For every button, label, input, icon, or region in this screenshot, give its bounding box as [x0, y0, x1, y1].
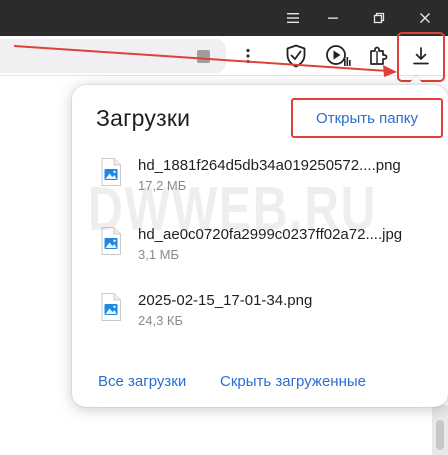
image-file-icon [101, 293, 121, 321]
download-file-size: 3,1 МБ [138, 247, 180, 262]
close-icon [420, 13, 430, 23]
download-item[interactable]: 2025-02-15_17-01-34.png 24,3 КБ [100, 292, 430, 332]
extensions-button[interactable] [362, 36, 394, 76]
hamburger-menu-icon [287, 13, 299, 23]
all-downloads-link[interactable]: Все загрузки [98, 373, 186, 390]
open-folder-button[interactable]: Открыть папку [291, 98, 443, 138]
tab-indicator-icon [197, 50, 210, 63]
scrollbar-thumb[interactable] [436, 420, 444, 450]
media-button[interactable] [322, 36, 354, 76]
download-file-name: 2025-02-15_17-01-34.png [138, 292, 313, 309]
hide-downloaded-link[interactable]: Скрыть загруженные [220, 373, 366, 390]
panel-title: Загрузки [96, 105, 191, 131]
watermark: DWWEB.RU [88, 175, 378, 244]
download-file-name: hd_1881f264d5db34a019250572....png [138, 157, 401, 174]
shield-check-icon [286, 44, 306, 68]
restore-button[interactable] [356, 0, 402, 36]
minimize-icon [328, 17, 338, 19]
media-play-icon [326, 45, 351, 66]
browser-titlebar [0, 0, 448, 36]
protect-button[interactable] [280, 36, 312, 76]
close-button[interactable] [402, 0, 448, 36]
more-options-button[interactable] [232, 36, 264, 76]
open-folder-label: Открыть папку [316, 109, 418, 127]
downloads-button-highlight [397, 32, 445, 82]
address-bar[interactable] [0, 39, 226, 73]
downloads-panel: Загрузки Открыть папку hd_1881f264d5db34… [72, 85, 448, 407]
browser-toolbar [0, 36, 448, 76]
page-scrollbar[interactable] [432, 405, 448, 455]
restore-icon [373, 12, 385, 24]
more-vertical-icon [246, 48, 250, 64]
download-file-size: 24,3 КБ [138, 313, 184, 328]
minimize-button[interactable] [310, 0, 356, 36]
extensions-icon [370, 46, 388, 65]
